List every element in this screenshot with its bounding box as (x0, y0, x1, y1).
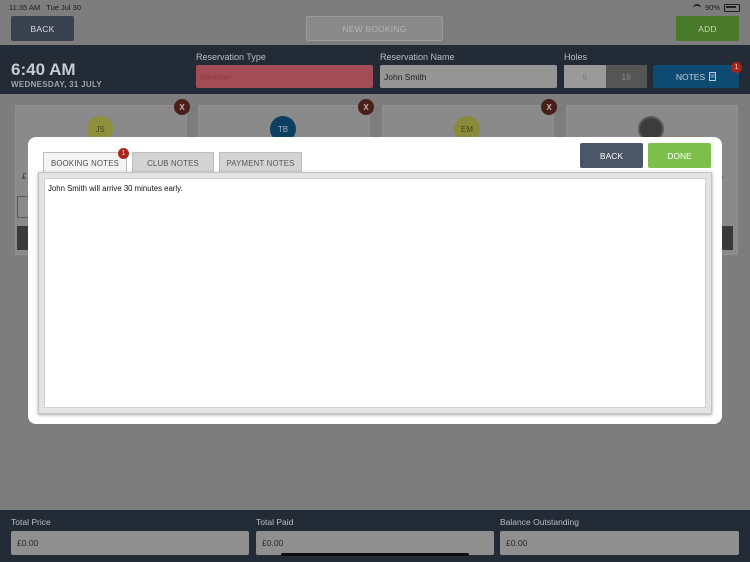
notes-button-label: NOTES (675, 71, 706, 82)
booking-notes-badge: 1 (118, 148, 129, 159)
remove-player-button[interactable]: X (174, 99, 190, 115)
note-icon (709, 72, 717, 81)
balance-outstanding-field: £0.00 (500, 531, 739, 555)
tab-booking-notes[interactable]: BOOKING NOTES (43, 152, 127, 174)
tee-time: 6:40 AM (11, 60, 76, 79)
button-fragment (722, 226, 733, 250)
status-date: Tue Jul 30 (46, 3, 82, 12)
reservation-name-label: Reservation Name (380, 52, 455, 62)
holes-label: Holes (564, 52, 588, 62)
status-time-date: 11:35 AM Tue Jul 30 (9, 3, 81, 12)
remove-player-button[interactable]: X (358, 99, 374, 115)
battery-icon (724, 3, 740, 12)
remove-player-button[interactable]: X (541, 99, 557, 115)
notes-count-badge: 1 (731, 62, 742, 73)
reservation-name-field[interactable]: John Smith (380, 65, 557, 88)
wifi-icon (692, 3, 701, 12)
home-indicator[interactable] (281, 553, 469, 556)
new-booking-button[interactable]: NEW BOOKING (306, 16, 443, 41)
reservation-type-select[interactable]: Member (196, 65, 373, 88)
holes-toggle: 9 18 (564, 65, 647, 88)
price-fragment: £ (22, 172, 27, 181)
total-price-label: Total Price (11, 517, 51, 527)
total-paid-field: £0.00 (256, 531, 494, 555)
tee-date: WEDNESDAY, 31 JULY (11, 80, 103, 89)
tab-club-notes[interactable]: CLUB NOTES (132, 152, 214, 173)
back-button[interactable]: BACK (11, 16, 74, 41)
status-indicators: 90% (692, 3, 740, 12)
booking-notes-textarea[interactable]: John Smith will arrive 30 minutes early. (44, 178, 706, 408)
reservation-type-label: Reservation Type (196, 52, 266, 62)
tab-payment-notes[interactable]: PAYMENT NOTES (219, 152, 302, 173)
status-bar: 11:35 AM Tue Jul 30 90% (0, 0, 750, 14)
total-price-field: £0.00 (11, 531, 249, 555)
modal-back-button[interactable]: BACK (580, 143, 643, 168)
holes-option-18[interactable]: 18 (605, 65, 647, 88)
status-time: 11:35 AM (9, 3, 41, 12)
notes-button[interactable]: NOTES (653, 65, 739, 88)
balance-outstanding-label: Balance Outstanding (500, 517, 579, 527)
total-paid-label: Total Paid (256, 517, 294, 527)
battery-percent: 90% (704, 3, 720, 12)
modal-done-button[interactable]: DONE (648, 143, 711, 168)
add-button[interactable]: ADD (676, 16, 739, 41)
holes-option-9[interactable]: 9 (564, 65, 606, 88)
